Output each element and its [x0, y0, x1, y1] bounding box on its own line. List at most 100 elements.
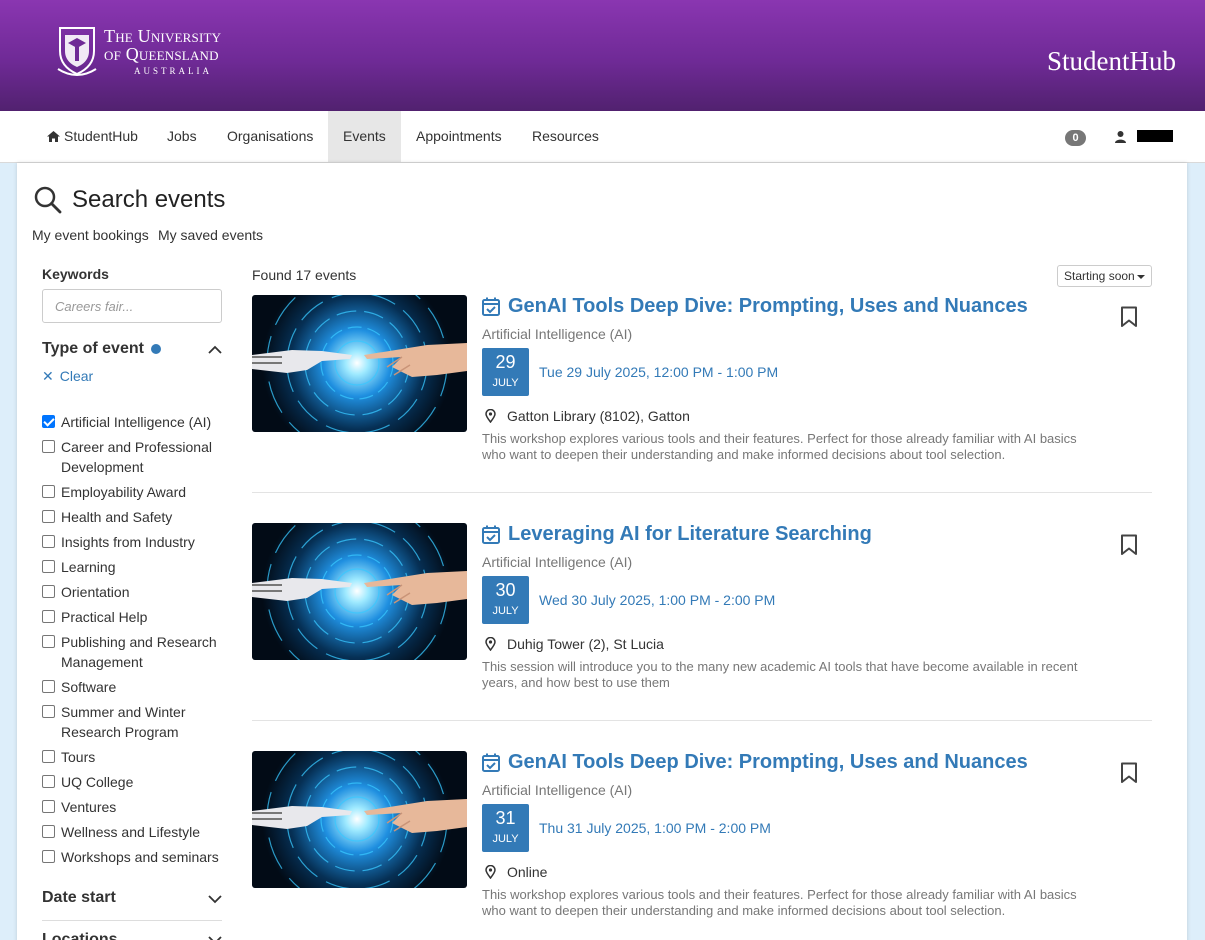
site-header: The University of Queensland AUSTRALIA S…	[0, 0, 1205, 111]
type-filter-option[interactable]: Orientation	[42, 582, 227, 602]
event-month: JULY	[492, 377, 519, 389]
type-filter-option[interactable]: Workshops and seminars	[42, 847, 227, 867]
type-filter-option[interactable]: Publishing and Research Management	[42, 632, 227, 672]
bookmark-icon[interactable]	[1120, 306, 1138, 328]
chevron-down-icon[interactable]	[208, 895, 222, 904]
type-filter-checkbox[interactable]	[42, 825, 55, 838]
keywords-label: Keywords	[42, 266, 109, 282]
type-filter-checkbox[interactable]	[42, 635, 55, 648]
date-start-label[interactable]: Date start	[42, 889, 116, 907]
map-marker-icon	[485, 865, 496, 879]
nav-item-events[interactable]: Events	[328, 111, 401, 162]
nav-item-studenthub[interactable]: StudentHub	[32, 111, 153, 162]
type-filter-option[interactable]: Artificial Intelligence (AI)	[42, 412, 227, 432]
event-datetime: Tue 29 July 2025, 12:00 PM - 1:00 PM	[539, 364, 779, 380]
chevron-down-icon[interactable]	[208, 936, 222, 940]
user-icon[interactable]	[1115, 131, 1126, 143]
sort-label: Starting soon	[1064, 269, 1135, 283]
type-filter-checkbox[interactable]	[42, 850, 55, 863]
type-filter-option[interactable]: Ventures	[42, 797, 227, 817]
notification-badge[interactable]: 0	[1065, 130, 1086, 146]
event-datetime: Wed 30 July 2025, 1:00 PM - 2:00 PM	[539, 592, 776, 608]
uq-logo[interactable]: The University of Queensland AUSTRALIA	[56, 25, 221, 77]
type-filter-label: Summer and Winter Research Program	[61, 704, 186, 740]
type-filter-label: Health and Safety	[61, 509, 173, 525]
user-name-redacted[interactable]	[1137, 130, 1173, 142]
locations-label[interactable]: Locations	[42, 931, 118, 940]
event-image[interactable]	[252, 751, 467, 888]
type-filter-checkbox[interactable]	[42, 585, 55, 598]
type-of-event-header[interactable]: Type of event	[42, 340, 161, 358]
type-filter-option[interactable]: Career and Professional Development	[42, 437, 227, 477]
nav-item-organisations[interactable]: Organisations	[212, 111, 328, 162]
calendar-check-icon	[482, 525, 500, 544]
logo-line-2: of Queensland	[104, 44, 219, 64]
chevron-up-icon[interactable]	[208, 345, 222, 354]
type-filter-option[interactable]: Summer and Winter Research Program	[42, 702, 227, 742]
bookmark-icon[interactable]	[1120, 534, 1138, 556]
search-icon	[34, 186, 62, 214]
main-nav: StudentHub Jobs Organisations Events App…	[0, 111, 1205, 163]
event-title: GenAI Tools Deep Dive: Prompting, Uses a…	[508, 295, 1028, 317]
type-filter-option[interactable]: Employability Award	[42, 482, 227, 502]
sidebar-divider	[42, 920, 222, 921]
type-filter-checkbox[interactable]	[42, 610, 55, 623]
event-title-link[interactable]: GenAI Tools Deep Dive: Prompting, Uses a…	[482, 751, 1028, 774]
type-filter-label: Employability Award	[61, 484, 187, 500]
event-title: Leveraging AI for Literature Searching	[508, 523, 872, 545]
type-filter-option[interactable]: Health and Safety	[42, 507, 227, 527]
event-category: Artificial Intelligence (AI)	[482, 326, 633, 342]
type-of-event-label: Type of event	[42, 340, 144, 357]
keywords-input[interactable]	[42, 289, 222, 323]
clear-label: Clear	[59, 368, 94, 384]
bookmark-icon[interactable]	[1120, 762, 1138, 784]
type-filter-label: Publishing and Research Management	[61, 634, 217, 670]
type-filter-label: Career and Professional Development	[61, 439, 212, 475]
clear-filter-button[interactable]: ✕ Clear	[42, 368, 93, 385]
nav-item-appointments[interactable]: Appointments	[401, 111, 517, 162]
event-card: GenAI Tools Deep Dive: Prompting, Uses a…	[252, 295, 1152, 495]
event-month: JULY	[492, 605, 519, 617]
type-filter-option[interactable]: Practical Help	[42, 607, 227, 627]
type-filter-checkbox[interactable]	[42, 510, 55, 523]
my-saved-events-link[interactable]: My saved events	[158, 227, 263, 243]
type-filter-option[interactable]: Learning	[42, 557, 227, 577]
type-filter-option[interactable]: UQ College	[42, 772, 227, 792]
type-filter-checkbox[interactable]	[42, 535, 55, 548]
my-event-bookings-link[interactable]: My event bookings	[32, 227, 149, 243]
event-title-link[interactable]: GenAI Tools Deep Dive: Prompting, Uses a…	[482, 295, 1028, 318]
type-filter-checkbox[interactable]	[42, 440, 55, 453]
type-filter-option[interactable]: Insights from Industry	[42, 532, 227, 552]
type-filter-option[interactable]: Software	[42, 677, 227, 697]
type-filter-label: Ventures	[61, 799, 117, 815]
calendar-check-icon	[482, 297, 500, 316]
nav-item-jobs[interactable]: Jobs	[152, 111, 212, 162]
type-filter-option[interactable]: Tours	[42, 747, 227, 767]
logo-line-1: The University	[104, 26, 222, 46]
type-filter-checkbox[interactable]	[42, 750, 55, 763]
type-filter-checkbox[interactable]	[42, 415, 55, 428]
event-datetime: Thu 31 July 2025, 1:00 PM - 2:00 PM	[539, 820, 771, 836]
type-filter-label: Wellness and Lifestyle	[61, 824, 201, 840]
type-filter-checkbox[interactable]	[42, 800, 55, 813]
sort-dropdown[interactable]: Starting soon	[1057, 265, 1152, 287]
type-filter-option[interactable]: Wellness and Lifestyle	[42, 822, 227, 842]
type-filter-checkbox[interactable]	[42, 680, 55, 693]
type-filter-checkbox[interactable]	[42, 705, 55, 718]
page-title-text: Search events	[72, 186, 226, 213]
type-filter-checkbox[interactable]	[42, 560, 55, 573]
event-day: 29	[495, 352, 516, 372]
app-title[interactable]: StudentHub	[1047, 46, 1176, 77]
type-filter-checkbox[interactable]	[42, 485, 55, 498]
event-description: This workshop explores various tools and…	[482, 887, 1077, 918]
type-filter-checkbox[interactable]	[42, 775, 55, 788]
type-filter-label: Practical Help	[61, 609, 148, 625]
event-title: GenAI Tools Deep Dive: Prompting, Uses a…	[508, 751, 1028, 773]
nav-item-resources[interactable]: Resources	[517, 111, 614, 162]
event-date-badge: 30 JULY	[482, 576, 529, 624]
event-image[interactable]	[252, 295, 467, 432]
event-location: Gatton Library (8102), Gatton	[482, 408, 690, 424]
event-month: JULY	[492, 833, 519, 845]
event-image[interactable]	[252, 523, 467, 660]
event-title-link[interactable]: Leveraging AI for Literature Searching	[482, 523, 872, 546]
